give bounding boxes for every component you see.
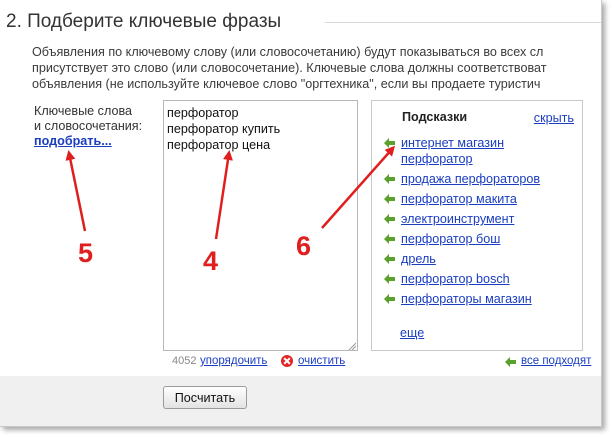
keywords-label: Ключевые слова и словосочетания: — [34, 104, 142, 134]
hint-item[interactable]: перфоратор бош — [384, 231, 579, 247]
hints-panel: Подсказки скрыть интернет магазин перфор… — [371, 100, 583, 351]
clear-icon[interactable] — [281, 355, 293, 367]
hint-text[interactable]: интернет магазин перфоратор — [401, 136, 504, 166]
arrow-left-icon[interactable] — [384, 234, 395, 244]
hint-list: интернет магазин перфоратор продажа перф… — [384, 135, 579, 311]
hint-item[interactable]: интернет магазин перфоратор — [384, 135, 579, 167]
keywords-textarea[interactable]: перфоратор перфоратор купить перфоратор … — [163, 100, 358, 351]
arrow-left-icon[interactable] — [384, 274, 395, 284]
hint-text[interactable]: продажа перфораторов — [401, 172, 540, 186]
hint-item[interactable]: перфоратор макита — [384, 191, 579, 207]
all-fit-link[interactable]: все подходят — [521, 355, 591, 367]
section-title: 2. Подберите ключевые фразы — [6, 11, 282, 32]
hint-item[interactable]: электроинструмент — [384, 211, 579, 227]
arrow-left-icon[interactable] — [505, 357, 516, 367]
hint-item[interactable]: перфоратор bosch — [384, 271, 579, 287]
calculate-button[interactable]: Посчитать — [163, 386, 247, 409]
keywords-label-line-2: и словосочетания: — [34, 119, 143, 133]
annotation-label-5: 5 — [78, 238, 94, 268]
footer-bar — [0, 376, 601, 426]
keyword-counter: 4052 — [172, 355, 197, 367]
title-divider — [325, 22, 601, 23]
arrow-left-icon[interactable] — [384, 138, 395, 148]
description-text: Объявления по ключевому слову (или слово… — [32, 44, 601, 92]
description-line-2: присутствует это слово (или словосочетан… — [32, 61, 547, 75]
keywords-label-line-1: Ключевые слова — [34, 104, 133, 118]
hint-item[interactable]: продажа перфораторов — [384, 171, 579, 187]
window-frame: 2. Подберите ключевые фразы Объявления п… — [0, 0, 602, 427]
description-line-1: Объявления по ключевому слову (или слово… — [32, 45, 544, 59]
annotation-label-6: 6 — [296, 231, 312, 261]
arrow-left-icon[interactable] — [384, 194, 395, 204]
hint-text[interactable]: перфоратор макита — [401, 192, 517, 206]
hint-text[interactable]: перфоратор bosch — [401, 272, 510, 286]
arrow-left-icon[interactable] — [384, 214, 395, 224]
sort-link[interactable]: упорядочить — [200, 355, 267, 367]
arrow-left-icon[interactable] — [384, 174, 395, 184]
annotation-label-4: 4 — [203, 246, 219, 276]
description-line-3: объявления (не используйте ключевое слов… — [32, 77, 541, 91]
clear-link[interactable]: очистить — [298, 355, 345, 367]
arrow-left-icon[interactable] — [384, 254, 395, 264]
hint-text[interactable]: дрель — [401, 252, 436, 266]
hint-text[interactable]: перфораторы магазин — [401, 292, 532, 306]
hint-text[interactable]: перфоратор бош — [401, 232, 500, 246]
pick-keywords-link[interactable]: подобрать... — [34, 134, 112, 148]
hint-item[interactable]: дрель — [384, 251, 579, 267]
hint-text[interactable]: электроинструмент — [401, 212, 514, 226]
all-fit-control[interactable]: все подходят — [505, 355, 591, 367]
hints-title: Подсказки — [402, 110, 468, 124]
hide-hints-link[interactable]: скрыть — [534, 111, 574, 125]
hint-item[interactable]: перфораторы магазин — [384, 291, 579, 307]
more-hints-link[interactable]: еще — [400, 326, 424, 340]
arrow-left-icon[interactable] — [384, 294, 395, 304]
resize-grip-icon[interactable] — [348, 342, 356, 350]
